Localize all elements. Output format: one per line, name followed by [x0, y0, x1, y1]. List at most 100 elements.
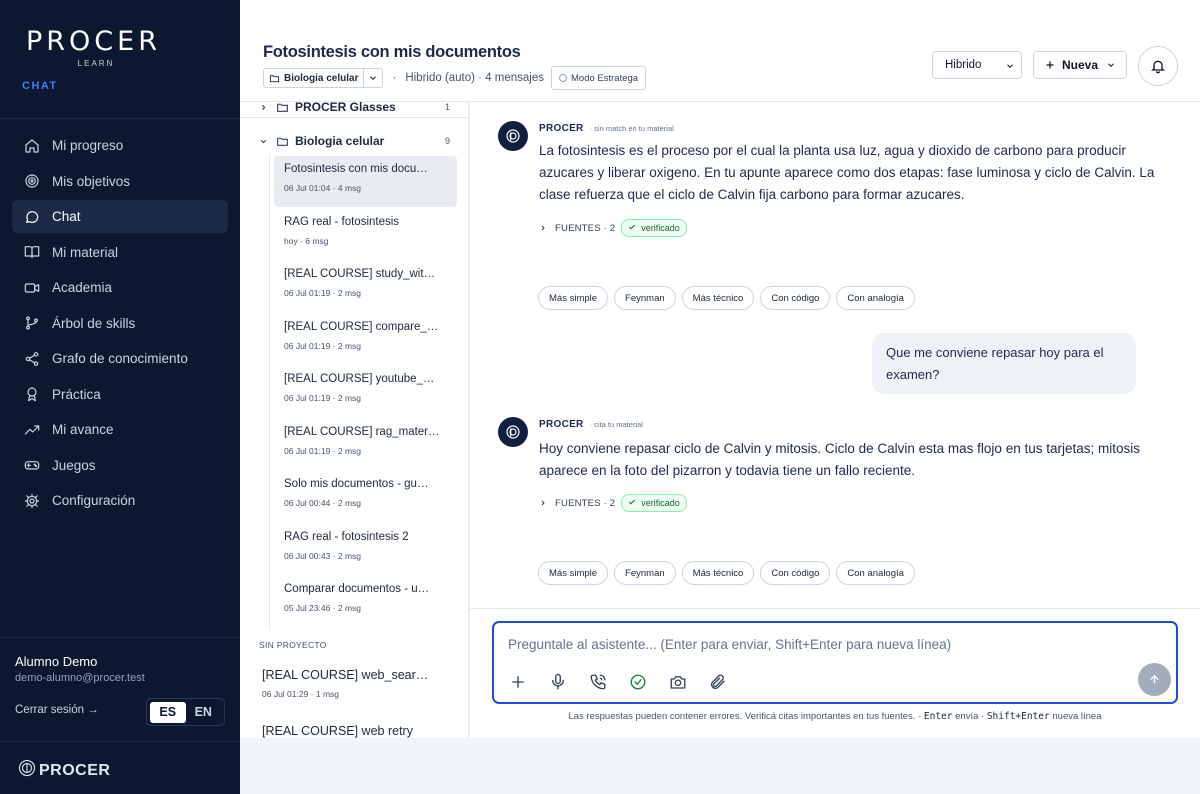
- folder-name: Biologia celular: [295, 134, 385, 148]
- sidebar-item-mi-material[interactable]: Mi material: [12, 236, 228, 269]
- conversation-meta: 06 Jul 01:04 · 4 msg: [284, 183, 362, 193]
- sidebar-item-chat[interactable]: Chat: [12, 200, 228, 233]
- chip-con-analogia[interactable]: Con analogía: [836, 286, 915, 310]
- conversation-meta: 06 Jul 00:43 · 2 msg: [284, 551, 362, 561]
- verified-label: verificado: [641, 498, 680, 508]
- sources-toggle[interactable]: FUENTES · 2 verificado: [539, 494, 687, 512]
- user-name: Alumno Demo: [15, 654, 98, 669]
- conversation-item[interactable]: [REAL COURSE] rag_mater… 06 Jul 01:19 · …: [274, 419, 457, 470]
- mode-select[interactable]: Hibrido: [932, 51, 1022, 79]
- share-graph-icon: [23, 350, 40, 367]
- message-composer[interactable]: Preguntale al asistente... (Enter para e…: [492, 621, 1178, 704]
- project-select[interactable]: Biologia celular: [263, 68, 384, 88]
- conversation-meta: 06 Jul 00:44 · 2 msg: [284, 498, 362, 508]
- sidebar-item-label: Práctica: [52, 386, 101, 402]
- conversation-meta: 06 Jul 01:19 · 2 msg: [284, 341, 362, 351]
- chat-messages: PROCER · sin match en tu material La fot…: [470, 102, 1200, 608]
- message-text: La fotosintesis es el proceso por el cua…: [539, 143, 1155, 202]
- sidebar-item-label: Juegos: [52, 457, 96, 473]
- sidebar-item-practica[interactable]: Práctica: [12, 378, 228, 411]
- conversation-item[interactable]: RAG real - fotosintesis 2 06 Jul 00:43 ·…: [274, 524, 457, 575]
- sources-label: FUENTES · 2: [555, 497, 616, 509]
- chip-mas-tecnico[interactable]: Más técnico: [681, 286, 755, 310]
- microphone-icon[interactable]: [547, 671, 569, 693]
- section-label: CHAT: [22, 80, 58, 92]
- folder-icon: [276, 102, 289, 114]
- conversation-title: [REAL COURSE] rag_mater…: [284, 426, 440, 438]
- folder-procer-glasses[interactable]: PROCER Glasses 1: [240, 102, 468, 117]
- sources-toggle[interactable]: FUENTES · 2 verificado: [539, 219, 687, 237]
- conversation-item[interactable]: [REAL COURSE] web retry: [262, 724, 432, 738]
- conversation-item[interactable]: [REAL COURSE] compare_… 06 Jul 01:19 · 2…: [274, 314, 457, 365]
- sidebar-item-juegos[interactable]: Juegos: [12, 449, 228, 482]
- chevron-right-icon: [259, 103, 271, 112]
- footer-logo-text: PROCER: [39, 761, 111, 779]
- rewrite-chips: Más simple Feynman Más técnico Con códig…: [538, 286, 921, 310]
- sidebar-item-label: Chat: [52, 209, 81, 224]
- sidebar-item-mis-objetivos[interactable]: Mis objetivos: [12, 165, 228, 198]
- lang-en-button[interactable]: EN: [186, 702, 222, 723]
- sender-tag: · sin match en tu material: [589, 123, 674, 133]
- sidebar-item-grafo-de-conocimiento[interactable]: Grafo de conocimiento: [12, 342, 228, 375]
- chip-feynman[interactable]: Feynman: [614, 561, 676, 585]
- conversation-mode-info: Hibrido (auto) · 4 mensajes: [405, 72, 545, 84]
- chevron-down-icon: [259, 137, 271, 146]
- chevron-down-icon[interactable]: [364, 69, 382, 87]
- composer-placeholder[interactable]: Preguntale al asistente... (Enter para e…: [508, 637, 951, 652]
- conversation-meta: 06 Jul 01:19 · 2 msg: [284, 446, 362, 456]
- sidebar-item-configuracion[interactable]: Configuración: [12, 484, 228, 517]
- folder-icon: [269, 73, 280, 84]
- paperclip-icon[interactable]: [707, 671, 729, 693]
- sidebar-item-label: Mi avance: [52, 422, 114, 437]
- plus-icon[interactable]: [507, 671, 529, 693]
- logout-link[interactable]: Cerrar sesión →: [15, 704, 99, 716]
- sidebar-item-label: Configuración: [52, 493, 136, 508]
- conversation-item[interactable]: Fotosintesis con mis docu… 06 Jul 01:04 …: [274, 156, 457, 207]
- sidebar-item-arbol-de-skills[interactable]: Árbol de skills: [12, 307, 228, 340]
- conversation-item[interactable]: [REAL COURSE] web_sear… 06 Jul 01:29 · 1…: [262, 668, 432, 699]
- strategy-mode-toggle[interactable]: Modo Estratega: [551, 66, 647, 90]
- home-icon: [23, 137, 40, 154]
- project-select-label[interactable]: Biologia celular: [264, 69, 365, 87]
- sends-text: envía ·: [955, 711, 985, 722]
- phone-call-icon[interactable]: [587, 671, 609, 693]
- tree-line: [269, 154, 270, 630]
- user-message: Que me conviene repasar hoy para el exam…: [872, 333, 1136, 394]
- conversation-item[interactable]: RAG real - fotosintesis hoy · 6 msg: [274, 209, 457, 260]
- conversation-item[interactable]: [REAL COURSE] study_wit… 06 Jul 01:19 · …: [274, 261, 457, 312]
- procer-mark-icon: [504, 127, 522, 145]
- chip-feynman[interactable]: Feynman: [614, 286, 676, 310]
- sidebar-item-mi-progreso[interactable]: Mi progreso: [12, 129, 228, 162]
- user-email: demo-alumno@procer.test: [15, 672, 145, 684]
- notifications-button[interactable]: [1138, 46, 1178, 86]
- conversation-title: Fotosintesis con mis docu…: [284, 163, 428, 175]
- strategy-mode-label: Modo Estratega: [571, 72, 639, 84]
- sidebar-item-academia[interactable]: Academia: [12, 271, 228, 304]
- gear-icon: [23, 492, 40, 509]
- verified-label: verificado: [641, 223, 680, 233]
- chip-mas-tecnico[interactable]: Más técnico: [681, 561, 755, 585]
- conversation-item[interactable]: Comparar documentos - u… 05 Jul 23:46 · …: [274, 576, 457, 627]
- chip-con-codigo[interactable]: Con código: [760, 561, 831, 585]
- sidebar-item-label: Árbol de skills: [52, 315, 136, 331]
- new-chat-button[interactable]: Nueva: [1033, 51, 1127, 79]
- folder-biologia-celular[interactable]: Biologia celular 9: [240, 131, 468, 151]
- project-name: Biologia celular: [284, 72, 359, 84]
- logo-text: PROCER: [26, 26, 161, 57]
- chip-mas-simple[interactable]: Más simple: [538, 561, 609, 585]
- check-icon: [628, 223, 636, 233]
- chip-con-analogia[interactable]: Con analogía: [836, 561, 915, 585]
- conversation-item[interactable]: Solo mis documentos - gu… 06 Jul 00:44 ·…: [274, 471, 457, 522]
- chip-mas-simple[interactable]: Más simple: [538, 286, 609, 310]
- conversation-title: [REAL COURSE] web retry: [262, 724, 413, 738]
- camera-icon[interactable]: [667, 671, 689, 693]
- conversation-item[interactable]: [REAL COURSE] youtube_… 06 Jul 01:19 · 2…: [274, 366, 457, 417]
- conversation-list: PROCER Glasses 1 Biologia celular 9 Foto…: [240, 102, 469, 738]
- lang-es-button[interactable]: ES: [150, 701, 186, 723]
- disclaimer-text: Las respuestas pueden contener errores. …: [568, 711, 922, 722]
- check-circle-icon[interactable]: [627, 671, 649, 693]
- send-button[interactable]: [1138, 663, 1171, 696]
- chip-con-codigo[interactable]: Con código: [760, 286, 831, 310]
- procer-logo[interactable]: PROCER LEARN: [26, 26, 166, 68]
- sidebar-item-mi-avance[interactable]: Mi avance: [12, 413, 228, 446]
